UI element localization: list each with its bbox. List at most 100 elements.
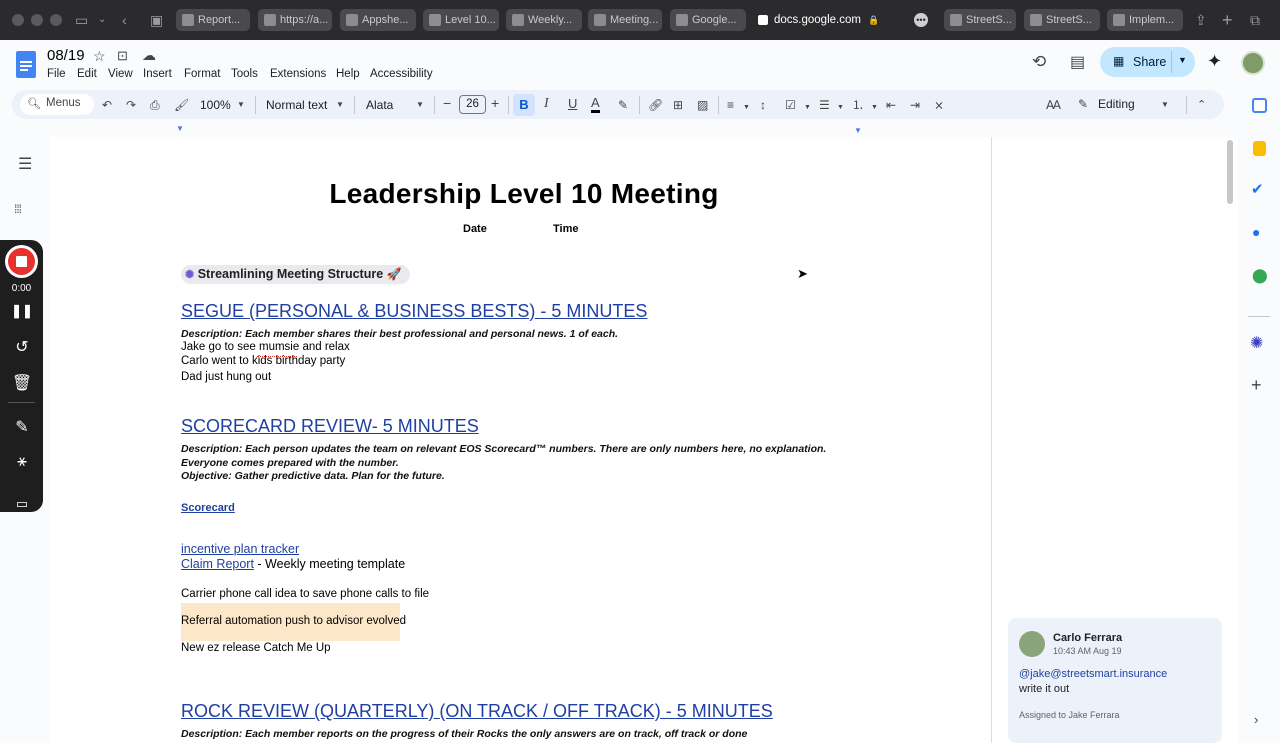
decrease-font-size-icon[interactable]: − [443,95,451,111]
chevron-down-icon[interactable]: ▼ [416,97,424,113]
menu-file[interactable]: File [47,68,66,80]
comments-icon[interactable]: ▤ [1070,52,1085,72]
share-dropdown-icon[interactable]: ▼ [1178,55,1187,65]
align-icon[interactable]: ≡ [727,97,734,113]
trash-icon[interactable]: 🗑︎ [10,373,34,393]
window-close-dot[interactable] [12,14,24,26]
docs-logo-icon[interactable] [16,51,36,78]
maps-icon[interactable]: ⬤ [1252,267,1268,284]
browser-tab[interactable]: Implem... [1107,9,1183,31]
move-folder-icon[interactable]: ⊡ [117,48,128,64]
keep-icon[interactable] [1253,141,1266,156]
stop-recording-button[interactable] [5,245,38,278]
browser-tab[interactable]: Google... [670,9,746,31]
menu-tools[interactable]: Tools [231,68,258,80]
avatar[interactable] [1241,51,1265,75]
insert-link-icon[interactable]: 🔗︎ [648,97,663,113]
browser-tab[interactable]: Meeting... [588,9,662,31]
cloud-saved-icon[interactable]: ☁ [142,47,156,64]
share-button[interactable]: ▦ Share ▼ [1100,47,1195,77]
pen-draw-icon[interactable]: ✎ [10,417,34,437]
browser-tab[interactable]: StreetS... [944,9,1016,31]
menu-accessibility[interactable]: Accessibility [370,68,433,80]
underline-button[interactable]: U [568,96,577,112]
tab-switcher-icon[interactable]: ⧉ [1250,10,1260,30]
add-comment-icon[interactable]: ⊞ [673,97,683,113]
print-icon[interactable]: ⎙ [150,97,160,113]
comment-mention[interactable]: @jake@streetsmart.insurance [1019,668,1167,680]
chevron-down-icon[interactable]: ▼ [804,100,811,116]
browser-tab[interactable]: https://a... [258,9,332,31]
menus-search[interactable]: 🔍︎ Menus [20,94,94,115]
contacts-icon[interactable]: ● [1252,224,1260,240]
checklist-icon[interactable]: ☑ [785,97,796,113]
version-history-icon[interactable]: ⟲ [1032,52,1046,72]
browser-tab[interactable]: Appshe... [340,9,416,31]
scrollbar-thumb[interactable] [1227,140,1233,204]
scorecard-link[interactable]: Scorecard [181,502,235,514]
chevron-down-icon[interactable]: ▼ [237,97,245,113]
browser-tab[interactable]: Level 10... [423,9,499,31]
gemini-sparkle-icon[interactable]: ✦ [1207,51,1222,72]
expand-panel-icon[interactable]: › [1254,712,1258,727]
browser-tab[interactable]: Report... [176,9,250,31]
numbered-list-icon[interactable]: ⒈ [852,97,864,113]
style-select[interactable]: Normal text [266,97,327,113]
chevron-down-icon[interactable]: ▼ [336,97,344,113]
back-arrow-icon[interactable]: ‹ [122,10,127,30]
window-zoom-dot[interactable] [50,14,62,26]
increase-font-size-icon[interactable]: + [491,95,499,111]
document-title[interactable]: 08/19 [47,47,85,64]
new-tab-icon[interactable]: + [1222,10,1233,30]
spellcheck-icon[interactable]: Ꜳ [1046,97,1061,113]
star-icon[interactable]: ☆ [93,48,106,65]
comment-card[interactable]: Carlo Ferrara 10:43 AM Aug 19 @jake@stre… [1008,618,1222,743]
menu-edit[interactable]: Edit [77,68,97,80]
get-addons-plus-icon[interactable]: + [1251,375,1262,396]
sidebar-toggle-icon[interactable]: ▭ [75,10,88,30]
outline-icon[interactable]: ☰ [18,154,32,174]
highlight-color-icon[interactable]: ✎ [618,97,628,113]
chevron-down-icon[interactable]: ▼ [837,100,844,116]
pause-icon[interactable]: ❚❚ [10,303,34,319]
camera-icon[interactable]: ▭ [10,496,34,512]
menu-view[interactable]: View [108,68,133,80]
scorecard-heading[interactable]: SCORECARD REVIEW- 5 MINUTES [181,416,479,437]
chevron-down-icon[interactable]: ▼ [743,100,750,116]
calendar-icon[interactable] [1252,98,1267,113]
tab-overview-icon[interactable]: ▣ [150,10,163,30]
font-size-input[interactable]: 26 [459,95,486,114]
bulleted-list-icon[interactable]: ☰ [819,97,830,113]
undo-icon[interactable]: ↶ [102,97,112,113]
incentive-link[interactable]: incentive plan tracker [181,542,299,556]
decrease-indent-icon[interactable]: ⇤ [886,97,896,113]
menu-insert[interactable]: Insert [143,68,172,80]
browser-tab[interactable]: StreetS... [1024,9,1100,31]
font-select[interactable]: Alata [366,97,393,113]
restart-icon[interactable]: ↺ [10,337,34,357]
bold-button[interactable]: B [513,94,535,116]
magic-wand-icon[interactable]: ⚹ [10,453,34,471]
menu-format[interactable]: Format [184,68,220,80]
url-bar[interactable]: docs.google.com 🔒 [752,8,912,32]
menu-extensions[interactable]: Extensions [270,68,326,80]
insert-image-icon[interactable]: ▨ [697,97,708,113]
text-color-button[interactable]: A [591,95,600,113]
heading-chip[interactable]: ✺ Streamlining Meeting Structure 🚀 [181,265,410,284]
increase-indent-icon[interactable]: ⇥ [910,97,920,113]
window-minimize-dot[interactable] [31,14,43,26]
segue-heading[interactable]: SEGUE (PERSONAL & BUSINESS BESTS) - 5 MI… [181,301,647,322]
addon-icon[interactable]: ✺ [1250,333,1263,353]
right-indent-marker[interactable]: ▼ [854,126,862,135]
left-indent-marker[interactable]: ▼ [176,124,184,133]
tabs-grid-icon[interactable]: ⁞⁞⁞ [14,202,22,216]
claim-report-link[interactable]: Claim Report [181,557,254,571]
highlighted-line[interactable]: Referral automation push to advisor evol… [181,615,406,627]
italic-button[interactable]: I [544,96,549,112]
more-options-icon[interactable]: ••• [914,13,928,27]
browser-tab[interactable]: Weekly... [506,9,582,31]
editing-mode-select[interactable]: ✎ Editing ▼ [1072,94,1177,115]
paint-format-icon[interactable]: 🖌︎ [174,97,189,113]
clear-formatting-icon[interactable]: ⨯ [934,97,944,113]
zoom-select[interactable]: 100% [200,97,231,113]
